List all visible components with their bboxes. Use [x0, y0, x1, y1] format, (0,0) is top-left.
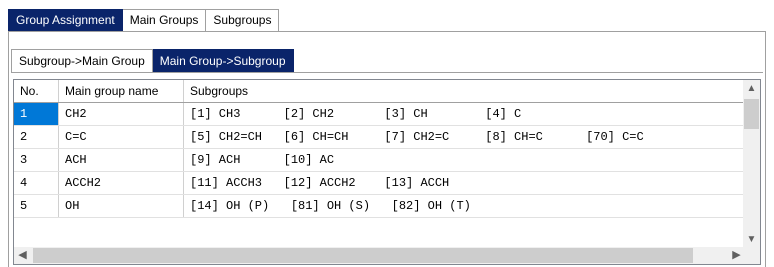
tab-main-group-to-subgroup[interactable]: Main Group->Subgroup	[152, 49, 294, 73]
row-main-group-name[interactable]: OH	[59, 195, 184, 217]
horizontal-scroll-thumb[interactable]	[33, 248, 693, 263]
row-main-group-name[interactable]: CH2	[59, 103, 184, 125]
scrollbar-corner	[743, 247, 760, 264]
main-group-subgroup-grid[interactable]: No. Main group name Subgroups 1 CH2 [1] …	[13, 79, 761, 265]
scroll-up-icon[interactable]: ▲	[743, 80, 760, 97]
row-subgroups[interactable]: [14] OH (P) [81] OH (S) [82] OH (T)	[184, 195, 745, 217]
header-subgroups[interactable]: Subgroups	[184, 80, 745, 102]
table-row[interactable]: 2 C=C [5] CH2=CH [6] CH=CH [7] CH2=C [8]…	[14, 126, 745, 149]
table-row[interactable]: 5 OH [14] OH (P) [81] OH (S) [82] OH (T)	[14, 195, 745, 218]
table-row[interactable]: 3 ACH [9] ACH [10] AC	[14, 149, 745, 172]
horizontal-scrollbar[interactable]: ◀ ▶	[14, 247, 745, 264]
row-main-group-name[interactable]: C=C	[59, 126, 184, 148]
sub-tab-bar: Subgroup->Main Group Main Group->Subgrou…	[11, 49, 294, 73]
tab-main-groups[interactable]: Main Groups	[122, 9, 207, 32]
row-no[interactable]: 5	[14, 195, 59, 217]
row-subgroups[interactable]: [5] CH2=CH [6] CH=CH [7] CH2=C [8] CH=C …	[184, 126, 745, 148]
row-no[interactable]: 1	[14, 103, 59, 125]
grid-header-row: No. Main group name Subgroups	[14, 80, 745, 103]
table-row[interactable]: 4 ACCH2 [11] ACCH3 [12] ACCH2 [13] ACCH	[14, 172, 745, 195]
row-main-group-name[interactable]: ACH	[59, 149, 184, 171]
row-main-group-name[interactable]: ACCH2	[59, 172, 184, 194]
vertical-scroll-thumb[interactable]	[744, 99, 759, 129]
row-subgroups[interactable]: [9] ACH [10] AC	[184, 149, 745, 171]
main-tab-bar: Group Assignment Main Groups Subgroups	[8, 9, 280, 32]
vertical-scrollbar[interactable]: ▲ ▼	[743, 80, 760, 248]
row-no[interactable]: 2	[14, 126, 59, 148]
scroll-left-icon[interactable]: ◀	[14, 247, 31, 264]
row-subgroups[interactable]: [11] ACCH3 [12] ACCH2 [13] ACCH	[184, 172, 745, 194]
sub-tab-divider	[11, 72, 763, 73]
row-no[interactable]: 4	[14, 172, 59, 194]
scroll-down-icon[interactable]: ▼	[743, 231, 760, 248]
header-main-group-name[interactable]: Main group name	[59, 80, 184, 102]
tab-subgroups[interactable]: Subgroups	[206, 9, 280, 32]
row-no[interactable]: 3	[14, 149, 59, 171]
grid-rows: No. Main group name Subgroups 1 CH2 [1] …	[14, 80, 745, 218]
row-subgroups[interactable]: [1] CH3 [2] CH2 [3] CH [4] C	[184, 103, 745, 125]
tab-subgroup-to-main-group[interactable]: Subgroup->Main Group	[11, 49, 153, 73]
table-row[interactable]: 1 CH2 [1] CH3 [2] CH2 [3] CH [4] C	[14, 103, 745, 126]
header-no[interactable]: No.	[14, 80, 59, 102]
tab-group-assignment[interactable]: Group Assignment	[8, 9, 123, 32]
